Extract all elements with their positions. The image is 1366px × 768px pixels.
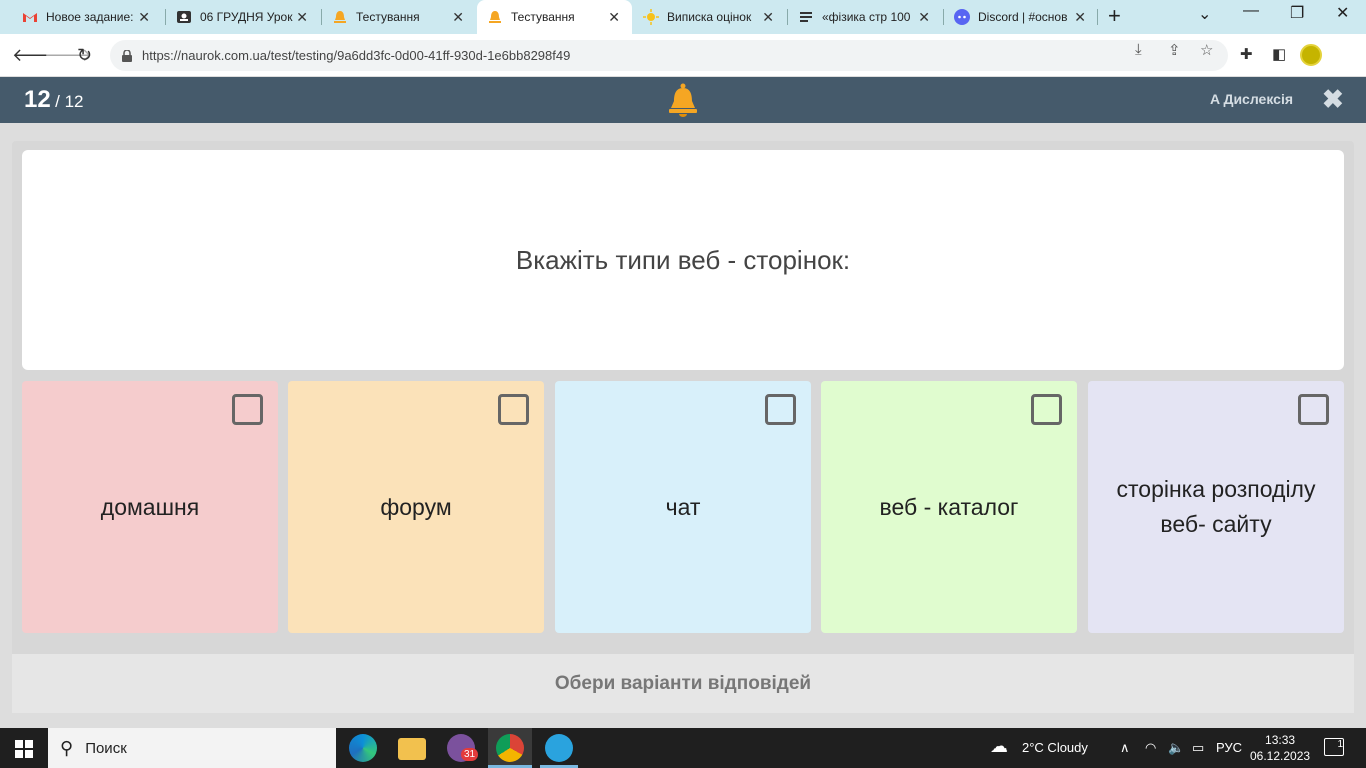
tab-title: Виписка оцінок	[667, 10, 752, 24]
option-checkbox[interactable]	[765, 394, 796, 425]
option-label: веб - каталог	[879, 493, 1019, 520]
option-label: сторінка розподілу веб- сайту	[1116, 476, 1316, 537]
taskbar-search[interactable]: ⚲ Поиск	[48, 728, 336, 768]
share-icon[interactable]: ⇪	[1168, 41, 1181, 59]
option-label: домашня	[100, 493, 200, 520]
tab-title: Новое задание:	[46, 10, 134, 24]
tab-title: 06 ГРУДНЯ Урок	[200, 10, 293, 24]
clock-time: 13:33	[1265, 733, 1296, 747]
answer-hint-bar: Обери варіанти відповідей	[12, 654, 1354, 713]
tab-search-icon[interactable]: ⌄	[1198, 4, 1211, 24]
file-explorer-icon[interactable]	[398, 738, 426, 760]
browser-tab-active[interactable]: Тестування ✕	[477, 0, 632, 34]
viber-badge: 31	[461, 748, 479, 761]
option-checkbox[interactable]	[1298, 394, 1329, 425]
windows-start-icon[interactable]	[15, 740, 33, 758]
question-text: Вкажіть типи веб - сторінок:	[515, 244, 851, 275]
naurok-bell-icon	[668, 83, 698, 122]
chrome-icon[interactable]	[496, 734, 524, 762]
show-hidden-icons-icon[interactable]: ∧	[1120, 740, 1130, 756]
edge-icon[interactable]	[349, 734, 377, 762]
telegram-icon[interactable]	[545, 734, 573, 762]
close-icon[interactable]: ✕	[762, 9, 774, 25]
taskbar-clock[interactable]: 13:33 06.12.2023	[1250, 732, 1310, 764]
close-icon[interactable]: ✕	[296, 9, 308, 25]
volume-icon[interactable]: 🔈	[1168, 740, 1184, 756]
docs-icon	[798, 9, 814, 25]
lock-icon	[122, 49, 132, 62]
extensions-icon[interactable]: ✚	[1240, 45, 1253, 63]
question-counter: 12 / 12	[24, 86, 84, 114]
tab-divider	[1097, 9, 1098, 25]
option-label: форум	[380, 493, 452, 520]
option-checkbox[interactable]	[1031, 394, 1062, 425]
gmail-icon	[22, 9, 38, 25]
answer-option[interactable]: форум	[288, 381, 544, 633]
naurok-bell-icon	[332, 9, 348, 25]
option-label: чат	[665, 493, 701, 520]
answer-option[interactable]: сторінка розподілу веб- сайту	[1088, 381, 1344, 633]
browser-tab[interactable]: «фізика стр 100 ✕	[788, 0, 942, 34]
browser-tab[interactable]: Новое задание: ✕	[12, 0, 162, 34]
windows-taskbar: ⚲ Поиск 31 ☁ 2°C Cloudy ∧ ◠ 🔈 ▭ РУС 13:3…	[0, 728, 1366, 768]
language-indicator[interactable]: РУС	[1216, 740, 1242, 755]
total-questions: / 12	[55, 92, 84, 111]
close-icon[interactable]: ✕	[452, 9, 464, 25]
browser-tab[interactable]: Тестування ✕	[322, 0, 476, 34]
window-close-icon[interactable]: ✕	[1336, 3, 1349, 23]
profile-avatar[interactable]	[1300, 44, 1322, 66]
bookmark-star-icon[interactable]: ☆	[1200, 41, 1213, 59]
notification-center-icon[interactable]: 1	[1324, 738, 1344, 756]
viber-icon[interactable]: 31	[447, 734, 479, 762]
url-text: https://naurok.com.ua/test/testing/9a6dd…	[142, 48, 571, 63]
answer-option[interactable]: веб - каталог	[821, 381, 1077, 633]
current-question-number: 12	[24, 86, 51, 113]
notification-count: 1	[1337, 739, 1343, 750]
close-test-button[interactable]: ✖	[1322, 85, 1344, 113]
install-icon[interactable]: ⤓	[1135, 41, 1142, 58]
browser-toolbar: 🡐 🡒 ↻ https://naurok.com.ua/test/testing…	[0, 34, 1366, 77]
reload-icon[interactable]: ↻	[77, 44, 92, 66]
weather-text[interactable]: 2°C Cloudy	[1022, 740, 1088, 755]
answer-option[interactable]: чат	[555, 381, 811, 633]
answer-option[interactable]: домашня	[22, 381, 278, 633]
close-icon[interactable]: ✕	[918, 9, 930, 25]
battery-icon[interactable]: ▭	[1192, 740, 1204, 756]
restore-icon[interactable]: ❐	[1290, 3, 1304, 23]
tab-title: Discord | #основ	[978, 10, 1068, 24]
side-panel-icon[interactable]: ◧	[1272, 45, 1286, 63]
tab-title: Тестування	[356, 10, 420, 24]
tab-title: «фізика стр 100	[822, 10, 911, 24]
wifi-icon[interactable]: ◠	[1145, 740, 1156, 756]
discord-icon	[954, 9, 970, 25]
tab-title: Тестування	[511, 10, 575, 24]
browser-tab[interactable]: 06 ГРУДНЯ Урок ✕	[166, 0, 320, 34]
sun-icon	[643, 9, 659, 25]
search-icon: ⚲	[60, 737, 74, 758]
dyslexia-toggle[interactable]: A Дислексія	[1210, 91, 1293, 107]
test-header: 12 / 12 A Дислексія ✖	[0, 77, 1366, 123]
option-checkbox[interactable]	[498, 394, 529, 425]
option-checkbox[interactable]	[232, 394, 263, 425]
question-card: Вкажіть типи веб - сторінок:	[22, 150, 1344, 370]
search-placeholder: Поиск	[85, 739, 127, 757]
close-icon[interactable]: ✕	[1074, 9, 1086, 25]
close-icon[interactable]: ✕	[138, 9, 150, 25]
browser-tab[interactable]: Виписка оцінок ✕	[633, 0, 786, 34]
clock-date: 06.12.2023	[1250, 749, 1311, 763]
close-icon[interactable]: ✕	[608, 9, 620, 25]
browser-tab-strip: Новое задание: ✕ 06 ГРУДНЯ Урок ✕ Тестув…	[0, 0, 1366, 34]
answer-hint-text: Обери варіанти відповідей	[554, 672, 812, 694]
minimize-icon[interactable]: —	[1243, 2, 1259, 20]
classroom-icon	[176, 9, 192, 25]
cloud-icon: ☁	[990, 736, 1008, 756]
browser-tab[interactable]: Discord | #основ ✕	[944, 0, 1098, 34]
naurok-bell-icon	[487, 9, 503, 25]
address-bar[interactable]: https://naurok.com.ua/test/testing/9a6dd…	[110, 40, 1228, 71]
new-tab-button[interactable]: +	[1108, 5, 1121, 27]
